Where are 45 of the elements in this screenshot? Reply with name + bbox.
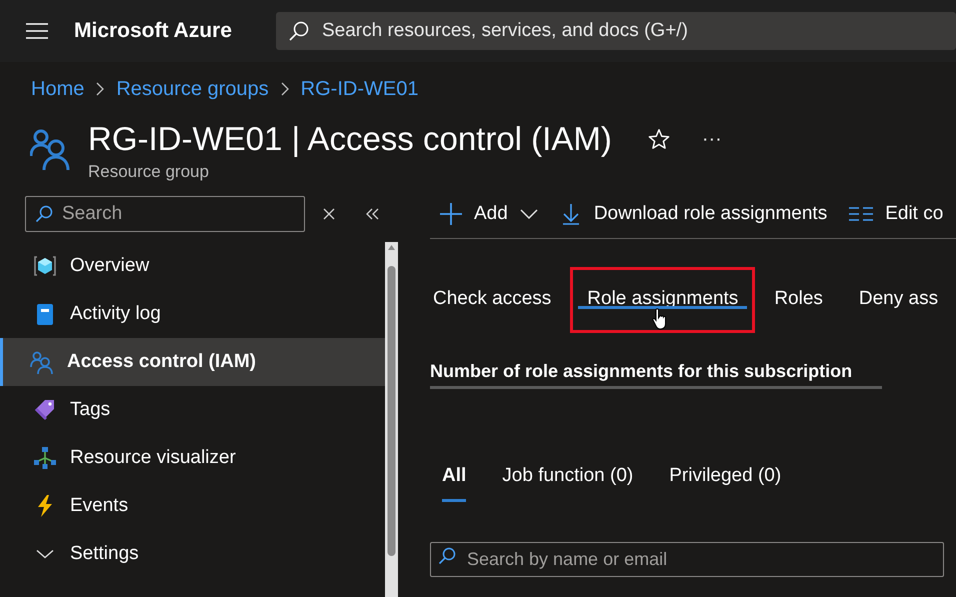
app-title: Microsoft Azure [74, 19, 233, 43]
search-field[interactable]: Search by name or email [430, 542, 944, 577]
breadcrumb-link[interactable]: RG-ID-WE01 [300, 78, 418, 100]
breadcrumb-link[interactable]: Resource groups [116, 78, 269, 100]
filter-tab[interactable]: All [442, 465, 466, 502]
filter-tab[interactable]: Privileged (0) [669, 465, 782, 502]
filter-tab[interactable]: Job function (0) [502, 465, 634, 502]
toolbar-button[interactable]: Add [440, 203, 538, 225]
sidebar-item[interactable]: Access control (IAM) [0, 338, 385, 386]
sidebar-item[interactable]: Overview [0, 242, 385, 290]
scrollbar[interactable] [385, 242, 398, 597]
collapse-icon[interactable] [365, 208, 379, 220]
search-field[interactable]: Search [25, 196, 305, 232]
network-icon [33, 446, 57, 470]
tab[interactable]: Roles [757, 267, 840, 333]
tab[interactable]: Role assignments [570, 267, 756, 333]
sidebar-item[interactable]: Events [0, 482, 385, 530]
page-subtitle: Resource group [88, 162, 210, 182]
tab[interactable]: Deny ass [842, 267, 956, 333]
chevron-down-icon [520, 209, 538, 219]
overview-cube-icon [33, 254, 57, 278]
sidebar-item[interactable]: Activity log [0, 290, 385, 338]
sidebar-item[interactable]: Resource visualizer [0, 434, 385, 482]
toolbar-button[interactable]: Edit co [849, 203, 944, 225]
sidebar-item[interactable]: Settings [0, 530, 385, 578]
page-title: RG-ID-WE01 | Access control (IAM) [88, 120, 612, 158]
hand-cursor-icon [652, 308, 668, 330]
people-icon [30, 350, 54, 374]
search-icon [438, 547, 456, 565]
toolbar-button[interactable]: Download role assignments [560, 203, 828, 225]
chevron-down-icon [36, 549, 54, 559]
menu-icon[interactable] [26, 23, 48, 39]
breadcrumb-link[interactable]: Home [31, 78, 84, 100]
chevron-right-icon [96, 82, 104, 96]
section-heading: Number of role assignments for this subscription [430, 361, 882, 389]
search-icon [35, 205, 53, 223]
more-button[interactable]: ··· [702, 128, 722, 150]
star-icon[interactable] [648, 128, 670, 150]
tab[interactable]: Check access [430, 267, 568, 333]
chevron-right-icon [280, 82, 289, 96]
tag-icon [33, 398, 57, 422]
plus-icon [440, 203, 462, 225]
sidebar-item[interactable]: Tags [0, 386, 385, 434]
clear-icon[interactable] [323, 208, 335, 220]
search-field[interactable]: Search resources, services, and docs (G+/) [276, 12, 956, 50]
